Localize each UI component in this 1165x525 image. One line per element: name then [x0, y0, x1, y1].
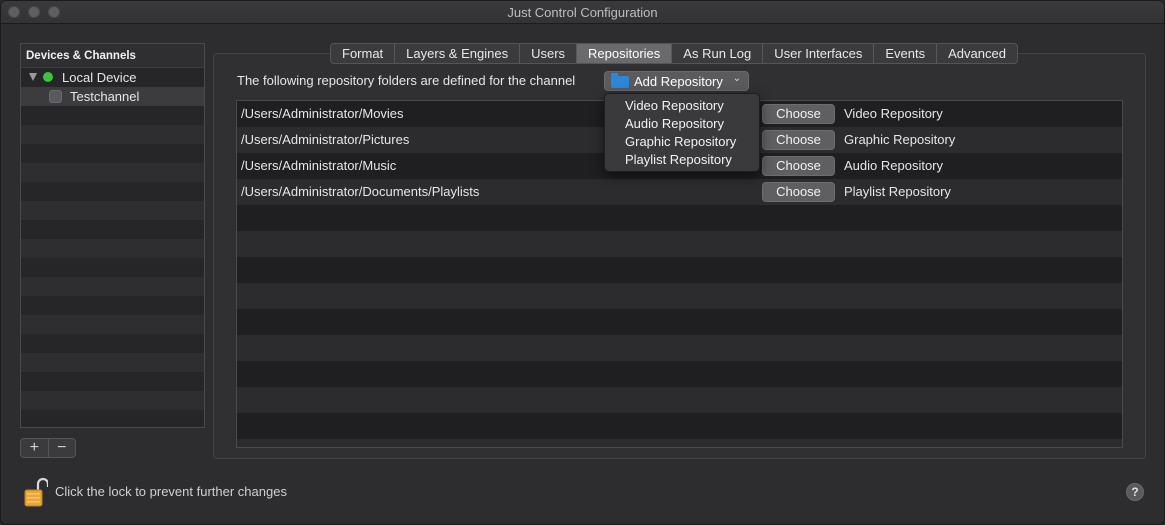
add-repository-menu: Video Repository Audio Repository Graphi…	[604, 93, 760, 172]
device-label: Local Device	[62, 70, 137, 85]
tab-layers-engines[interactable]: Layers & Engines	[394, 44, 519, 63]
title-bar: Just Control Configuration	[1, 1, 1164, 24]
tab-as-run-log[interactable]: As Run Log	[671, 44, 762, 63]
repository-type: Video Repository	[844, 106, 943, 121]
tab-repositories[interactable]: Repositories	[576, 44, 672, 63]
choose-button[interactable]: Choose	[762, 182, 835, 202]
repository-type: Graphic Repository	[844, 132, 956, 147]
menu-item-playlist-repository[interactable]: Playlist Repository	[605, 151, 759, 169]
remove-button[interactable]: −	[47, 439, 76, 457]
add-button[interactable]: +	[21, 439, 48, 457]
menu-item-graphic-repository[interactable]: Graphic Repository	[605, 133, 759, 151]
help-button[interactable]: ?	[1126, 483, 1144, 501]
choose-button[interactable]: Choose	[762, 156, 835, 176]
repository-type: Audio Repository	[844, 158, 943, 173]
repository-path: /Users/Administrator/Documents/Playlists	[241, 184, 480, 199]
add-repository-label: Add Repository	[634, 74, 723, 89]
sidebar-header: Devices & Channels	[21, 44, 204, 68]
folder-icon	[611, 73, 629, 88]
choose-button[interactable]: Choose	[762, 130, 835, 150]
add-repository-popup-button[interactable]: Add Repository ⌄	[604, 71, 749, 91]
tree-item-local-device[interactable]: Local Device	[21, 68, 204, 87]
chevron-down-icon: ⌄	[732, 73, 741, 84]
repository-path: /Users/Administrator/Movies	[241, 106, 404, 121]
menu-item-video-repository[interactable]: Video Repository	[605, 97, 759, 115]
add-remove-control: + −	[20, 438, 76, 458]
tab-events[interactable]: Events	[873, 44, 936, 63]
unlocked-lock-icon[interactable]	[24, 477, 48, 507]
choose-button[interactable]: Choose	[762, 104, 835, 124]
tab-bar: Format Layers & Engines Users Repositori…	[330, 43, 1018, 64]
channel-label: Testchannel	[70, 89, 140, 104]
repository-type: Playlist Repository	[844, 184, 951, 199]
table-row[interactable]: /Users/Administrator/Documents/Playlists…	[237, 179, 1122, 205]
tree-item-testchannel[interactable]: Testchannel	[21, 87, 204, 106]
repository-path: /Users/Administrator/Pictures	[241, 132, 410, 147]
tab-user-interfaces[interactable]: User Interfaces	[762, 44, 873, 63]
status-dot-icon	[43, 72, 53, 82]
menu-item-audio-repository[interactable]: Audio Repository	[605, 115, 759, 133]
tab-advanced[interactable]: Advanced	[936, 44, 1017, 63]
tab-format[interactable]: Format	[331, 44, 394, 63]
window-title: Just Control Configuration	[507, 5, 658, 20]
repositories-intro-text: The following repository folders are def…	[237, 73, 576, 88]
app-window: Just Control Configuration Devices & Cha…	[0, 0, 1165, 525]
tab-users[interactable]: Users	[519, 44, 576, 63]
repository-path: /Users/Administrator/Music	[241, 158, 397, 173]
sidebar-rows: Local Device Testchannel	[21, 68, 204, 427]
lock-status-text: Click the lock to prevent further change…	[55, 484, 287, 499]
disclosure-triangle-icon[interactable]	[29, 73, 37, 81]
devices-channels-list: Devices & Channels Local Device Testchan…	[20, 43, 205, 428]
channel-checkbox[interactable]	[49, 90, 62, 103]
